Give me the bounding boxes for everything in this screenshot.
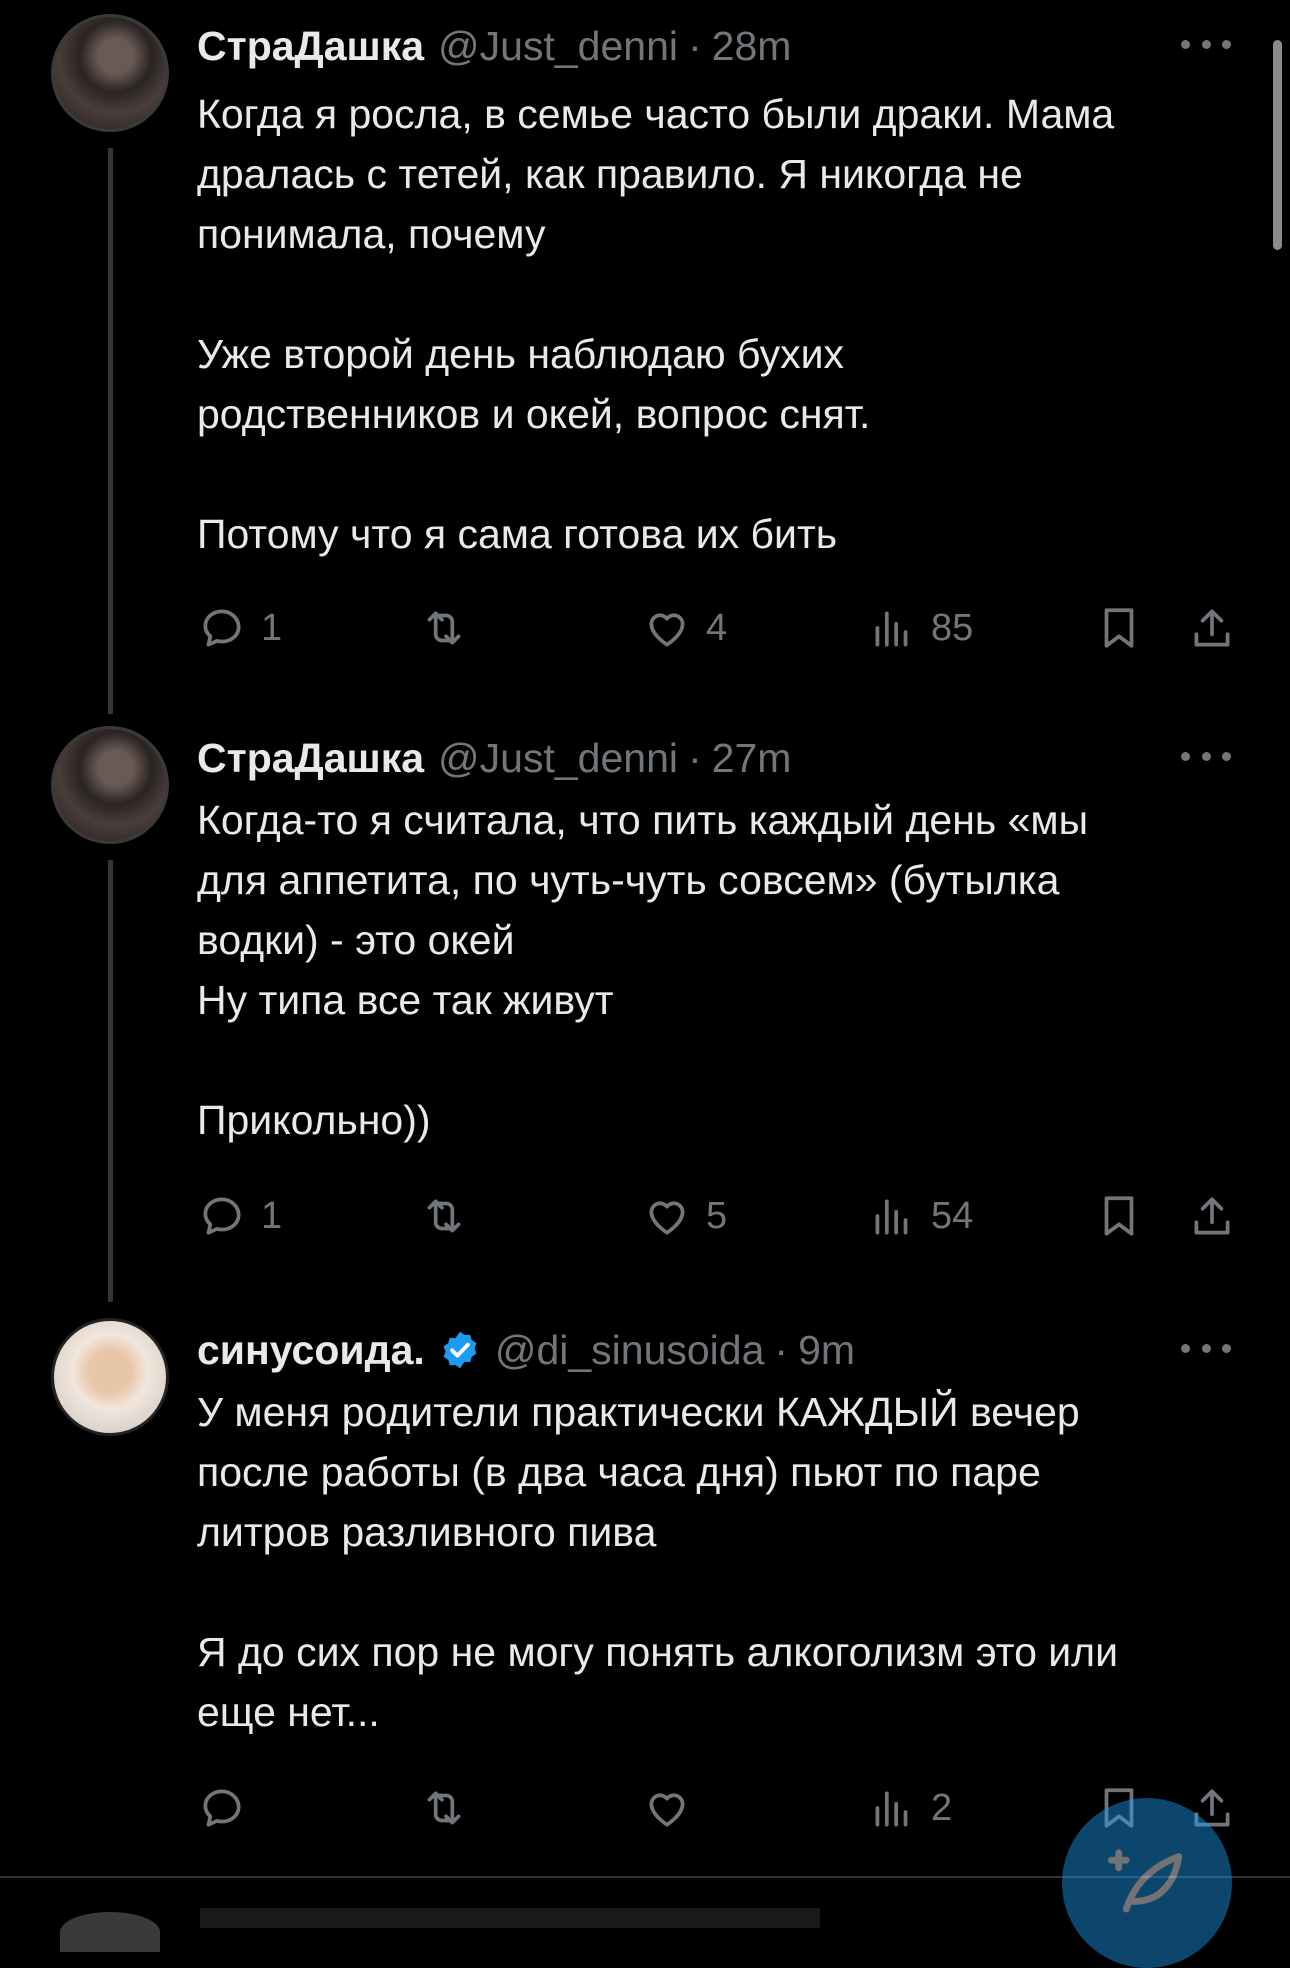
- reply-icon: [203, 1197, 241, 1235]
- author-name[interactable]: синусоида.: [197, 1327, 425, 1374]
- author-handle[interactable]: @Just_denni: [438, 23, 678, 70]
- next-tweet-header: [200, 1908, 820, 1928]
- scrollbar[interactable]: [1273, 40, 1282, 250]
- views-count: 85: [931, 606, 974, 649]
- next-tweet-avatar[interactable]: [60, 1912, 160, 1952]
- reply-icon: [203, 609, 241, 647]
- tweet-text: У меня родители практически КАЖДЫЙ вечер…: [197, 1389, 1118, 1735]
- avatar[interactable]: [51, 1318, 169, 1436]
- avatar[interactable]: [51, 726, 169, 844]
- avatar[interactable]: [51, 14, 169, 132]
- author-handle[interactable]: @Just_denni: [438, 735, 678, 782]
- author-handle[interactable]: @di_sinusoida: [495, 1327, 765, 1374]
- timestamp[interactable]: 27m: [712, 735, 792, 782]
- tweet-text: Когда-то я считала, что пить каждый день…: [197, 797, 1089, 1143]
- author-name[interactable]: СтраДашка: [197, 23, 424, 70]
- retweet-icon: [427, 1791, 461, 1825]
- views-button[interactable]: 2: [867, 1778, 952, 1838]
- tweet-text: Когда я росла, в семье часто были драки.…: [197, 91, 1115, 557]
- reply-icon: [203, 1789, 241, 1827]
- retweet-button[interactable]: [419, 1186, 483, 1246]
- bookmark-button[interactable]: [1094, 1186, 1144, 1246]
- separator: ·: [687, 22, 702, 69]
- more-options-icon[interactable]: [1181, 738, 1231, 774]
- like-count: 4: [706, 606, 728, 649]
- share-button[interactable]: [1187, 1186, 1237, 1246]
- verified-badge-icon[interactable]: [439, 1329, 481, 1371]
- timestamp[interactable]: 9m: [798, 1327, 855, 1374]
- share-button[interactable]: [1187, 598, 1237, 658]
- tweet-actions: 1 5 54: [197, 1186, 1237, 1246]
- heart-icon: [649, 1793, 685, 1827]
- reply-button[interactable]: 1: [197, 598, 282, 658]
- tweet-actions: 1 4 85: [197, 598, 1237, 658]
- bookmark-icon: [1104, 608, 1134, 648]
- views-count: 54: [931, 1194, 974, 1237]
- views-icon: [875, 1791, 908, 1827]
- retweet-button[interactable]: [419, 598, 483, 658]
- bookmark-button[interactable]: [1094, 598, 1144, 658]
- tweet-header: СтраДашка @Just_denni · 27m: [197, 728, 791, 788]
- tweet-header: СтраДашка @Just_denni · 28m: [197, 16, 791, 76]
- like-button[interactable]: 5: [642, 1186, 727, 1246]
- retweet-icon: [427, 611, 461, 645]
- reply-count: 1: [261, 606, 283, 649]
- retweet-button[interactable]: [419, 1778, 483, 1838]
- tweet-header: синусоида. @di_sinusoida · 9m: [197, 1320, 855, 1380]
- timestamp[interactable]: 28m: [712, 23, 792, 70]
- share-icon: [1194, 609, 1230, 647]
- views-button[interactable]: 85: [867, 598, 973, 658]
- reply-count: 1: [261, 1194, 283, 1237]
- separator: ·: [687, 734, 702, 781]
- more-options-icon[interactable]: [1181, 26, 1231, 62]
- share-icon: [1194, 1197, 1230, 1235]
- heart-icon: [649, 1201, 685, 1235]
- reply-button[interactable]: [197, 1778, 261, 1838]
- heart-icon: [649, 613, 685, 647]
- separator: ·: [774, 1326, 789, 1373]
- like-button[interactable]: 4: [642, 598, 727, 658]
- compose-button[interactable]: [1062, 1798, 1232, 1968]
- views-count: 2: [931, 1786, 953, 1829]
- thread-line: [108, 860, 113, 1302]
- like-button[interactable]: [642, 1778, 706, 1838]
- more-options-icon[interactable]: [1181, 1330, 1231, 1366]
- reply-button[interactable]: 1: [197, 1186, 282, 1246]
- views-icon: [875, 1199, 908, 1235]
- author-name[interactable]: СтраДашка: [197, 735, 424, 782]
- retweet-icon: [427, 1199, 461, 1233]
- thread-line: [108, 148, 113, 714]
- compose-icon: [1107, 1849, 1183, 1913]
- bookmark-icon: [1104, 1196, 1134, 1236]
- views-button[interactable]: 54: [867, 1186, 973, 1246]
- views-icon: [875, 611, 908, 647]
- like-count: 5: [706, 1194, 728, 1237]
